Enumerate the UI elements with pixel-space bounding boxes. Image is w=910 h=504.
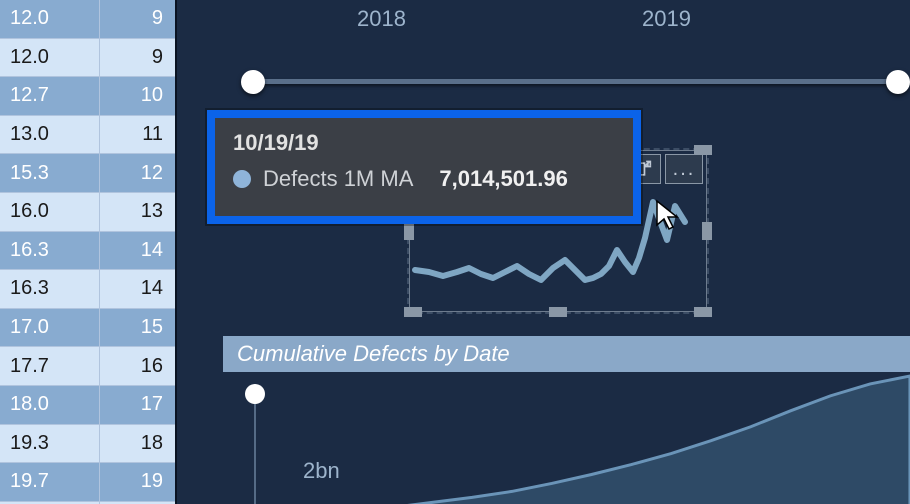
slider-thumb-start[interactable]	[241, 70, 265, 94]
table-row[interactable]: 16.314	[0, 232, 175, 271]
more-options-button[interactable]: ...	[665, 154, 703, 184]
table-row[interactable]: 17.716	[0, 347, 175, 386]
table-cell: 11	[100, 116, 175, 154]
table-cell: 12	[100, 154, 175, 192]
table-row[interactable]: 16.314	[0, 270, 175, 309]
table-row[interactable]: 18.017	[0, 386, 175, 425]
resize-handle[interactable]	[702, 222, 712, 240]
table-cell: 15	[100, 309, 175, 347]
time-slider[interactable]	[241, 68, 910, 96]
ellipsis-icon: ...	[673, 164, 696, 174]
table-cell: 14	[100, 270, 175, 308]
table-cell: 9	[100, 39, 175, 77]
tooltip-row: Defects 1M MA 7,014,501.96	[233, 166, 615, 192]
table-cell: 18.0	[0, 386, 100, 424]
table-cell: 18	[100, 425, 175, 463]
table-cell: 16.3	[0, 270, 100, 308]
tooltip-series-name: Defects 1M MA	[263, 166, 413, 192]
resize-handle[interactable]	[694, 145, 712, 155]
tooltip-date: 10/19/19	[233, 130, 615, 156]
resize-handle[interactable]	[549, 307, 567, 317]
table-cell: 17.0	[0, 309, 100, 347]
table-cell: 17	[100, 386, 175, 424]
slider-track	[253, 79, 898, 84]
data-table: 12.0912.0912.71013.01115.31216.01316.314…	[0, 0, 175, 504]
table-row[interactable]: 19.318	[0, 425, 175, 464]
table-cell: 16.0	[0, 193, 100, 231]
table-cell: 14	[100, 232, 175, 270]
table-cell: 19.3	[0, 425, 100, 463]
table-row[interactable]: 12.09	[0, 39, 175, 78]
table-row[interactable]: 19.719	[0, 463, 175, 502]
table-row[interactable]: 13.011	[0, 116, 175, 155]
table-row[interactable]: 15.312	[0, 154, 175, 193]
table-cell: 10	[100, 77, 175, 115]
chart-title: Cumulative Defects by Date	[223, 336, 910, 372]
top-chart-axis-tick: 2019	[642, 6, 691, 32]
series-marker-icon	[233, 170, 251, 188]
cumulative-chart[interactable]: Cumulative Defects by Date 2bn	[223, 336, 910, 504]
table-cell: 17.7	[0, 347, 100, 385]
table-cell: 15.3	[0, 154, 100, 192]
top-chart-axis-tick: 2018	[357, 6, 406, 32]
table-cell: 16	[100, 347, 175, 385]
table-row[interactable]: 17.015	[0, 309, 175, 348]
resize-handle[interactable]	[694, 307, 712, 317]
table-cell: 13.0	[0, 116, 100, 154]
dashboard-canvas: 0M 2018 2019 ...	[175, 0, 910, 504]
table-cell: 12.0	[0, 39, 100, 77]
chart-body: 2bn	[223, 372, 910, 504]
top-chart-y0-label: 0M	[291, 0, 322, 2]
resize-handle[interactable]	[404, 307, 422, 317]
chart-tooltip: 10/19/19 Defects 1M MA 7,014,501.96	[207, 110, 641, 224]
axis-marker-icon	[245, 384, 265, 404]
table-row[interactable]: 12.710	[0, 77, 175, 116]
tooltip-value: 7,014,501.96	[439, 166, 567, 192]
slider-thumb-end[interactable]	[886, 70, 910, 94]
table-cell: 16.3	[0, 232, 100, 270]
table-cell: 12.0	[0, 0, 100, 38]
table-cell: 9	[100, 0, 175, 38]
table-cell: 19.7	[0, 463, 100, 501]
top-chart: 0M 2018 2019	[207, 0, 910, 38]
table-cell: 13	[100, 193, 175, 231]
table-row[interactable]: 12.09	[0, 0, 175, 39]
table-cell: 19	[100, 463, 175, 501]
cumulative-plot	[293, 372, 910, 504]
table-row[interactable]: 16.013	[0, 193, 175, 232]
resize-handle[interactable]	[404, 222, 414, 240]
table-cell: 12.7	[0, 77, 100, 115]
